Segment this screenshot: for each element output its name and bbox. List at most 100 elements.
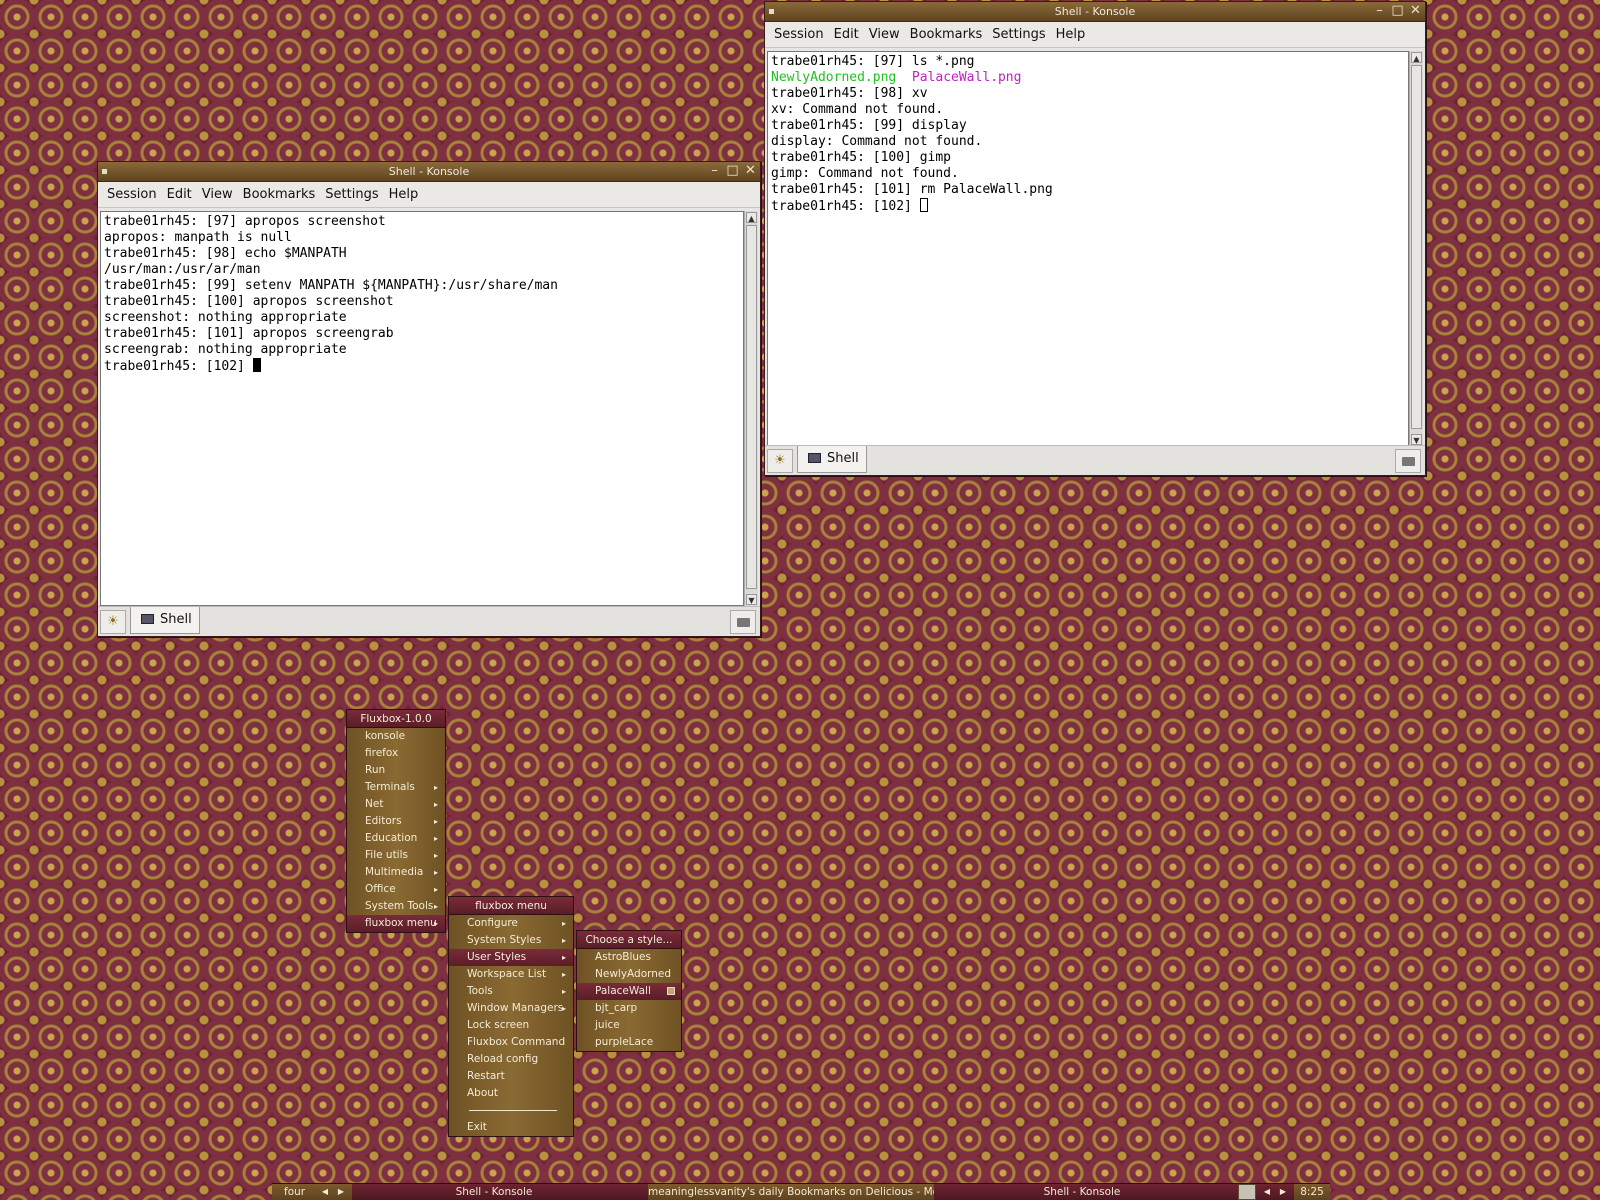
terminal-icon	[808, 453, 821, 463]
fluxbox-submenu: fluxbox menu Configure System Styles Use…	[448, 896, 574, 1137]
menu-item-reload-config[interactable]: Reload config	[449, 1051, 573, 1068]
fluxbox-root-menu: Fluxbox-1.0.0 konsole firefox Run Termin…	[346, 709, 446, 933]
menu-item-net[interactable]: Net	[347, 796, 445, 813]
menu-item-firefox[interactable]: firefox	[347, 745, 445, 762]
terminal-line: screenshot: nothing appropriate	[104, 310, 347, 325]
menu-item-fluxbox-menu[interactable]: fluxbox menu	[347, 915, 445, 932]
menu-item-exit[interactable]: Exit	[449, 1119, 573, 1136]
close-session-icon[interactable]	[1395, 449, 1421, 473]
tab-label: Shell	[827, 451, 859, 466]
menu-edit[interactable]: Edit	[829, 27, 864, 42]
style-item-palacewall[interactable]: PalaceWall	[577, 983, 681, 1000]
session-tabbar: ☀ Shell	[98, 606, 760, 636]
menu-item-file-utils[interactable]: File utils	[347, 847, 445, 864]
menu-separator	[449, 1102, 573, 1119]
terminal-line: xv: Command not found.	[771, 102, 944, 117]
window-prev-icon[interactable]: ◀	[1260, 1184, 1274, 1200]
menu-item-system-tools[interactable]: System Tools	[347, 898, 445, 915]
window-menu-icon[interactable]	[769, 9, 774, 14]
terminal-line: gimp: Command not found.	[771, 166, 959, 181]
menu-item-about[interactable]: About	[449, 1085, 573, 1102]
menu-item-konsole[interactable]: konsole	[347, 728, 445, 745]
window-titlebar[interactable]: Shell - Konsole – □ ✕	[765, 2, 1425, 22]
scroll-thumb[interactable]	[1411, 65, 1422, 429]
fluxbox-toolbar: four ◀ ▶ Shell - Konsole meaninglessvani…	[272, 1183, 1330, 1200]
terminal-line: /usr/man:/usr/ar/man	[104, 262, 261, 277]
menu-title: Choose a style...	[577, 931, 681, 949]
taskbar-item[interactable]: Shell - Konsole	[354, 1184, 634, 1200]
menubar: Session Edit View Bookmarks Settings Hel…	[98, 182, 760, 208]
scroll-down-icon[interactable]: ▼	[746, 594, 757, 605]
menu-view[interactable]: View	[197, 187, 238, 202]
menu-item-window-managers[interactable]: Window Managers	[449, 1000, 573, 1017]
konsole-window-right[interactable]: Shell - Konsole – □ ✕ Session Edit View …	[764, 1, 1426, 476]
style-item-juice[interactable]: juice	[577, 1017, 681, 1034]
menu-item-multimedia[interactable]: Multimedia	[347, 864, 445, 881]
workspace-next-icon[interactable]: ▶	[334, 1184, 348, 1200]
terminal-scrollbar[interactable]: ▲ ▼	[744, 211, 758, 606]
window-titlebar[interactable]: Shell - Konsole – □ ✕	[98, 162, 760, 182]
taskbar-item[interactable]: Shell - Konsole	[938, 1184, 1226, 1200]
menu-settings[interactable]: Settings	[320, 187, 383, 202]
maximize-icon[interactable]: □	[725, 164, 740, 179]
close-icon[interactable]: ✕	[1408, 4, 1423, 19]
menu-session[interactable]: Session	[102, 187, 162, 202]
close-session-icon[interactable]	[730, 610, 756, 634]
terminal-scrollbar[interactable]: ▲ ▼	[1409, 51, 1423, 446]
style-item-astroblues[interactable]: AstroBlues	[577, 949, 681, 966]
menu-bookmarks[interactable]: Bookmarks	[238, 187, 321, 202]
menu-item-fluxbox-command[interactable]: Fluxbox Command	[449, 1034, 573, 1051]
menu-item-system-styles[interactable]: System Styles	[449, 932, 573, 949]
terminal-prompt-line: trabe01rh45: [102]	[771, 198, 1405, 215]
menu-item-education[interactable]: Education	[347, 830, 445, 847]
terminal-output[interactable]: trabe01rh45: [97] apropos screenshot apro…	[100, 211, 744, 606]
style-item-bjt-carp[interactable]: bjt_carp	[577, 1000, 681, 1017]
menu-help[interactable]: Help	[384, 187, 424, 202]
terminal-prompt-line: trabe01rh45: [102]	[104, 358, 740, 375]
menu-item-terminals[interactable]: Terminals	[347, 779, 445, 796]
menu-help[interactable]: Help	[1051, 27, 1091, 42]
scroll-up-icon[interactable]: ▲	[746, 212, 757, 223]
scroll-down-icon[interactable]: ▼	[1411, 434, 1422, 445]
style-label: PalaceWall	[595, 985, 651, 997]
terminal-output[interactable]: trabe01rh45: [97] ls *.png NewlyAdorned.p…	[767, 51, 1409, 446]
taskbar-item-active[interactable]: meaninglessvanity's daily Bookmarks on D…	[648, 1184, 934, 1200]
style-item-purplelace[interactable]: purpleLace	[577, 1034, 681, 1051]
workspace-prev-icon[interactable]: ◀	[318, 1184, 332, 1200]
menu-item-editors[interactable]: Editors	[347, 813, 445, 830]
window-menu-icon[interactable]	[102, 169, 107, 174]
menu-item-configure[interactable]: Configure	[449, 915, 573, 932]
terminal-line: trabe01rh45: [99] display	[771, 118, 967, 133]
menu-title: Fluxbox-1.0.0	[347, 710, 445, 728]
terminal-line: apropos: manpath is null	[104, 230, 292, 245]
style-item-newlyadorned[interactable]: NewlyAdorned	[577, 966, 681, 983]
tab-shell[interactable]: Shell	[797, 446, 867, 473]
new-session-icon[interactable]: ☀	[767, 449, 793, 473]
minimize-icon[interactable]: –	[707, 164, 722, 179]
menu-session[interactable]: Session	[769, 27, 829, 42]
menu-view[interactable]: View	[864, 27, 905, 42]
tab-shell[interactable]: Shell	[130, 607, 200, 634]
terminal-line: trabe01rh45: [99] setenv MANPATH ${MANPA…	[104, 278, 558, 293]
terminal-prompt: trabe01rh45: [102]	[771, 199, 920, 214]
window-next-icon[interactable]: ▶	[1276, 1184, 1290, 1200]
close-icon[interactable]: ✕	[743, 164, 758, 179]
konsole-window-left[interactable]: Shell - Konsole – □ ✕ Session Edit View …	[97, 161, 761, 637]
menubar: Session Edit View Bookmarks Settings Hel…	[765, 22, 1425, 48]
menu-bookmarks[interactable]: Bookmarks	[905, 27, 988, 42]
maximize-icon[interactable]: □	[1390, 4, 1405, 19]
systray	[1238, 1184, 1256, 1200]
scroll-thumb[interactable]	[746, 225, 757, 589]
menu-item-user-styles[interactable]: User Styles	[449, 949, 573, 966]
menu-item-restart[interactable]: Restart	[449, 1068, 573, 1085]
menu-settings[interactable]: Settings	[987, 27, 1050, 42]
menu-item-office[interactable]: Office	[347, 881, 445, 898]
menu-item-run[interactable]: Run	[347, 762, 445, 779]
minimize-icon[interactable]: –	[1372, 4, 1387, 19]
menu-item-workspace-list[interactable]: Workspace List	[449, 966, 573, 983]
menu-item-tools[interactable]: Tools	[449, 983, 573, 1000]
scroll-up-icon[interactable]: ▲	[1411, 52, 1422, 63]
menu-edit[interactable]: Edit	[162, 187, 197, 202]
new-session-icon[interactable]: ☀	[100, 610, 126, 634]
menu-item-lock-screen[interactable]: Lock screen	[449, 1017, 573, 1034]
